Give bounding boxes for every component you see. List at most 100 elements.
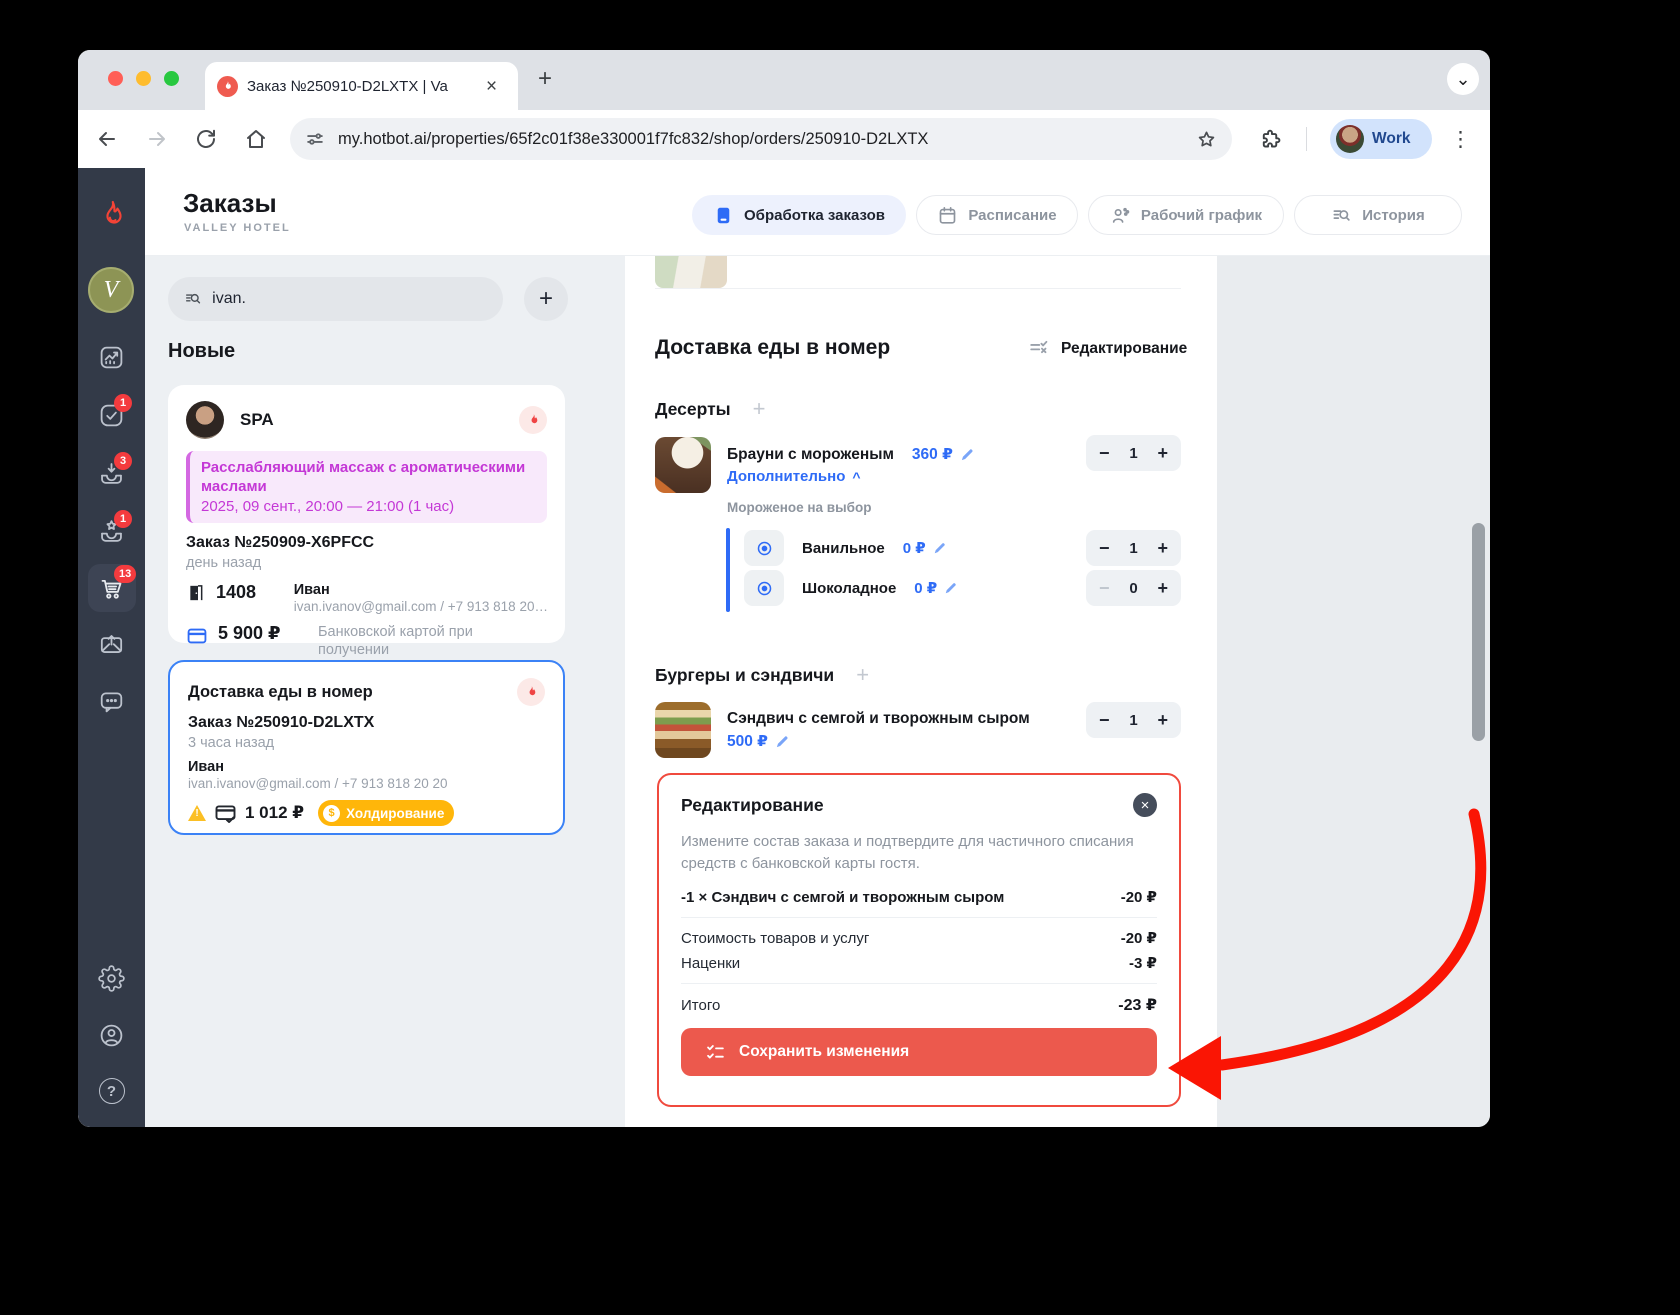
edit-action-label: Редактирование: [1061, 340, 1188, 357]
add-burger-icon[interactable]: +: [856, 662, 869, 688]
service-time: 2025, 09 сент., 20:00 — 21:00 (1 час): [201, 498, 455, 515]
nav-label: Рабочий график: [1140, 206, 1263, 224]
sidebar-item-featured[interactable]: [78, 518, 145, 545]
back-button[interactable]: [95, 127, 119, 151]
edit-order-action[interactable]: Редактирование: [1028, 338, 1187, 360]
edit-price-pencil-icon[interactable]: [960, 447, 975, 462]
urgent-flame-badge: [517, 678, 545, 706]
bookmark-star-icon[interactable]: [1195, 128, 1218, 151]
tab-close-icon[interactable]: ×: [486, 77, 497, 96]
tab-work-schedule[interactable]: Рабочий график: [1088, 195, 1284, 235]
window-close-button[interactable]: [108, 71, 123, 86]
close-icon[interactable]: ×: [1133, 793, 1157, 817]
order-number: Заказ №250910-D2LXTX: [188, 714, 375, 731]
tab-order-processing[interactable]: Обработка заказов: [692, 195, 906, 235]
home-button[interactable]: [244, 127, 268, 151]
extensions-icon[interactable]: [1259, 128, 1282, 151]
summary-row: Стоимость товаров и услуг -20 ₽: [681, 929, 1157, 948]
toolbar-divider: [1306, 127, 1307, 151]
decrease-button[interactable]: −: [1099, 579, 1110, 597]
changed-item-name: Сэндвич с семгой и творожным сыром: [711, 888, 1005, 906]
order-search[interactable]: [168, 277, 503, 321]
sandwich-quantity-stepper: − 1 +: [1086, 702, 1181, 738]
nav-label: Обработка заказов: [744, 206, 885, 224]
address-bar[interactable]: my.hotbot.ai/properties/65f2c01f38e33000…: [290, 118, 1232, 160]
hotel-logo-avatar[interactable]: V: [88, 267, 134, 313]
reload-button[interactable]: [194, 127, 218, 151]
right-gutter: [1217, 256, 1490, 1127]
sidebar-item-profile[interactable]: [78, 1022, 145, 1049]
options-accent-bar: [726, 528, 730, 612]
add-order-button[interactable]: +: [524, 277, 568, 321]
site-settings-icon[interactable]: [304, 128, 326, 150]
new-tab-button[interactable]: +: [530, 64, 560, 94]
edit-price-pencil-icon[interactable]: [775, 734, 790, 749]
quantity-value: 1: [1129, 711, 1138, 729]
sidebar-item-settings[interactable]: [78, 965, 145, 992]
window-minimize-button[interactable]: [136, 71, 151, 86]
order-card-food-delivery[interactable]: Доставка еды в номер Заказ №250910-D2LXT…: [168, 660, 565, 835]
save-button-label: Сохранить изменения: [739, 1043, 910, 1060]
increase-button[interactable]: +: [1157, 444, 1168, 462]
radio-selected-icon[interactable]: [744, 570, 784, 606]
order-card-title: Доставка еды в номер: [188, 682, 373, 701]
extras-toggle[interactable]: Дополнительно ^: [727, 468, 861, 485]
panel-divider: [681, 917, 1157, 918]
search-input[interactable]: [212, 290, 487, 308]
order-card-spa[interactable]: SPA Расслабляющий массаж с ароматическим…: [168, 385, 565, 658]
sidebar-item-help[interactable]: ?: [78, 1078, 145, 1104]
guest-contacts: ivan.ivanov@gmail.com / +7 913 818 20…: [293, 599, 548, 614]
browser-tab[interactable]: Заказ №250910-D2LXTX | Va ×: [205, 62, 518, 110]
increase-button[interactable]: +: [1157, 579, 1168, 597]
browser-menu-kebab-icon[interactable]: ⋮: [1450, 127, 1471, 152]
quantity-value: 1: [1129, 444, 1138, 462]
page-scrollbar-thumb[interactable]: [1472, 523, 1485, 741]
vendor-name: SPA: [240, 410, 274, 429]
option-price: 0 ₽: [914, 580, 938, 597]
category-desserts: Десерты: [655, 398, 731, 419]
options-group-label: Мороженое на выбор: [727, 500, 872, 515]
guest-contacts: ivan.ivanov@gmail.com / +7 913 818 20 20: [188, 776, 448, 791]
order-amount: 5 900 ₽: [218, 623, 281, 643]
guest-name: Иван: [293, 582, 330, 598]
sidebar-item-outbox[interactable]: [78, 630, 145, 657]
save-changes-button[interactable]: Сохранить изменения: [681, 1028, 1157, 1076]
brownie-image: [655, 437, 711, 493]
decrease-button[interactable]: −: [1099, 444, 1110, 462]
quantity-value: 0: [1129, 579, 1138, 597]
warning-icon: !: [188, 805, 206, 821]
tab-history[interactable]: История: [1294, 195, 1462, 235]
increase-button[interactable]: +: [1157, 539, 1168, 557]
radio-selected-icon[interactable]: [744, 530, 784, 566]
option-name: Ванильное: [802, 539, 885, 557]
sidebar-item-tasks[interactable]: [78, 402, 145, 429]
url-text[interactable]: my.hotbot.ai/properties/65f2c01f38e33000…: [338, 130, 1183, 149]
content-divider: [655, 288, 1181, 289]
option-row-vanilla: Ванильное 0 ₽ − 1 +: [744, 530, 1181, 566]
decrease-button[interactable]: −: [1099, 711, 1110, 729]
edit-price-pencil-icon[interactable]: [944, 581, 958, 595]
nav-label: История: [1362, 206, 1425, 224]
sidebar-item-chats[interactable]: [78, 688, 145, 715]
payment-method: Банковской картой при получении: [318, 624, 473, 658]
app-logo-flame-icon: [78, 198, 145, 230]
panel-divider: [681, 983, 1157, 984]
sidebar-item-inbox[interactable]: [78, 460, 145, 487]
tasks-badge: 1: [114, 394, 132, 412]
tab-search-chevron-icon[interactable]: ⌄: [1447, 63, 1479, 95]
urgent-flame-badge: [519, 406, 547, 434]
sidebar-item-analytics[interactable]: [78, 344, 145, 371]
decrease-button[interactable]: −: [1099, 539, 1110, 557]
property-name: VALLEY HOTEL: [184, 222, 291, 234]
item-price: 500 ₽: [727, 733, 768, 750]
profile-chip[interactable]: Work: [1330, 119, 1432, 159]
sidebar-item-orders-cart[interactable]: [78, 575, 145, 602]
summary-label: Стоимость товаров и услуг: [681, 929, 870, 947]
forward-button[interactable]: [145, 127, 169, 151]
increase-button[interactable]: +: [1157, 711, 1168, 729]
edit-price-pencil-icon[interactable]: [933, 541, 947, 555]
add-dessert-icon[interactable]: +: [753, 396, 766, 422]
window-zoom-button[interactable]: [164, 71, 179, 86]
orders-section-title: Новые: [168, 340, 236, 362]
tab-schedule[interactable]: Расписание: [916, 195, 1078, 235]
